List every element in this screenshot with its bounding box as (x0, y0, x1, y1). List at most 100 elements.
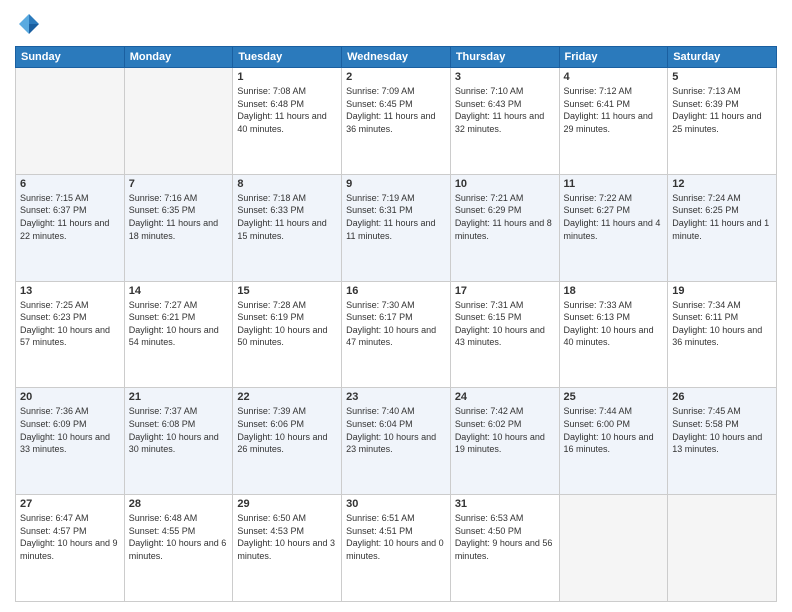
cell-info: Sunrise: 7:33 AMSunset: 6:13 PMDaylight:… (564, 299, 664, 349)
weekday-header-monday: Monday (124, 47, 233, 68)
cell-info: Sunrise: 6:51 AMSunset: 4:51 PMDaylight:… (346, 512, 446, 562)
cell-info: Sunrise: 7:45 AMSunset: 5:58 PMDaylight:… (672, 405, 772, 455)
day-number: 25 (564, 391, 664, 403)
cell-info: Sunrise: 7:40 AMSunset: 6:04 PMDaylight:… (346, 405, 446, 455)
logo (15, 10, 47, 38)
calendar-cell: 30 Sunrise: 6:51 AMSunset: 4:51 PMDayligh… (342, 495, 451, 602)
day-number: 6 (20, 178, 120, 190)
weekday-header-saturday: Saturday (668, 47, 777, 68)
cell-info: Sunrise: 7:12 AMSunset: 6:41 PMDaylight:… (564, 85, 664, 135)
calendar-cell (559, 495, 668, 602)
calendar-cell: 31Sunrise: 6:53 AMSunset: 4:50 PMDayligh… (450, 495, 559, 602)
calendar-cell: 22Sunrise: 7:39 AMSunset: 6:06 PMDayligh… (233, 388, 342, 495)
day-number: 8 (237, 178, 337, 190)
cell-info: Sunrise: 7:27 AMSunset: 6:21 PMDaylight:… (129, 299, 229, 349)
calendar-cell: 25 Sunrise: 7:44 AMSunset: 6:00 PMDayligh… (559, 388, 668, 495)
calendar-cell: 21 Sunrise: 7:37 AMSunset: 6:08 PMDayligh… (124, 388, 233, 495)
day-number: 5 (672, 71, 772, 83)
cell-info: Sunrise: 7:21 AMSunset: 6:29 PMDaylight:… (455, 192, 555, 242)
calendar-cell: 2 Sunrise: 7:09 AMSunset: 6:45 PMDaylight… (342, 68, 451, 175)
day-number: 2 (346, 71, 446, 83)
cell-info: Sunrise: 7:28 AMSunset: 6:19 PMDaylight:… (237, 299, 337, 349)
cell-info: Sunrise: 7:22 AMSunset: 6:27 PMDaylight:… (564, 192, 664, 242)
day-number: 24 (455, 391, 555, 403)
day-number: 28 (129, 498, 229, 510)
weekday-header-friday: Friday (559, 47, 668, 68)
cell-info: Sunrise: 6:48 AMSunset: 4:55 PMDaylight:… (129, 512, 229, 562)
cell-info: Sunrise: 7:18 AMSunset: 6:33 PMDaylight:… (237, 192, 337, 242)
cell-info: Sunrise: 7:24 AMSunset: 6:25 PMDaylight:… (672, 192, 772, 242)
day-number: 11 (564, 178, 664, 190)
cell-info: Sunrise: 7:30 AMSunset: 6:17 PMDaylight:… (346, 299, 446, 349)
calendar-cell: 23 Sunrise: 7:40 AMSunset: 6:04 PMDayligh… (342, 388, 451, 495)
calendar-cell (124, 68, 233, 175)
cell-info: Sunrise: 7:39 AMSunset: 6:06 PMDaylight:… (237, 405, 337, 455)
cell-info: Sunrise: 7:08 AMSunset: 6:48 PMDaylight:… (237, 85, 337, 135)
calendar-cell: 4 Sunrise: 7:12 AMSunset: 6:41 PMDaylight… (559, 68, 668, 175)
day-number: 10 (455, 178, 555, 190)
day-number: 9 (346, 178, 446, 190)
calendar-cell: 9Sunrise: 7:19 AMSunset: 6:31 PMDaylight… (342, 174, 451, 281)
week-row-2: 6 Sunrise: 7:15 AMSunset: 6:37 PMDaylight… (16, 174, 777, 281)
calendar-cell: 3 Sunrise: 7:10 AMSunset: 6:43 PMDaylight… (450, 68, 559, 175)
calendar-cell: 14Sunrise: 7:27 AMSunset: 6:21 PMDayligh… (124, 281, 233, 388)
week-row-5: 27 Sunrise: 6:47 AMSunset: 4:57 PMDayligh… (16, 495, 777, 602)
cell-info: Sunrise: 7:16 AMSunset: 6:35 PMDaylight:… (129, 192, 229, 242)
calendar-cell: 18 Sunrise: 7:33 AMSunset: 6:13 PMDayligh… (559, 281, 668, 388)
week-row-4: 20 Sunrise: 7:36 AMSunset: 6:09 PMDayligh… (16, 388, 777, 495)
calendar-cell: 10 Sunrise: 7:21 AMSunset: 6:29 PMDayligh… (450, 174, 559, 281)
weekday-header-thursday: Thursday (450, 47, 559, 68)
day-number: 21 (129, 391, 229, 403)
day-number: 4 (564, 71, 664, 83)
cell-info: Sunrise: 7:44 AMSunset: 6:00 PMDaylight:… (564, 405, 664, 455)
cell-info: Sunrise: 7:09 AMSunset: 6:45 PMDaylight:… (346, 85, 446, 135)
day-number: 16 (346, 285, 446, 297)
calendar-cell: 7 Sunrise: 7:16 AMSunset: 6:35 PMDaylight… (124, 174, 233, 281)
calendar-cell: 28 Sunrise: 6:48 AMSunset: 4:55 PMDayligh… (124, 495, 233, 602)
weekday-header-sunday: Sunday (16, 47, 125, 68)
weekday-header-tuesday: Tuesday (233, 47, 342, 68)
calendar-table: SundayMondayTuesdayWednesdayThursdayFrid… (15, 46, 777, 602)
cell-info: Sunrise: 7:13 AMSunset: 6:39 PMDaylight:… (672, 85, 772, 135)
cell-info: Sunrise: 7:15 AMSunset: 6:37 PMDaylight:… (20, 192, 120, 242)
day-number: 1 (237, 71, 337, 83)
calendar-cell (668, 495, 777, 602)
cell-info: Sunrise: 6:47 AMSunset: 4:57 PMDaylight:… (20, 512, 120, 562)
cell-info: Sunrise: 7:25 AMSunset: 6:23 PMDaylight:… (20, 299, 120, 349)
day-number: 29 (237, 498, 337, 510)
day-number: 19 (672, 285, 772, 297)
calendar-cell: 27 Sunrise: 6:47 AMSunset: 4:57 PMDayligh… (16, 495, 125, 602)
day-number: 20 (20, 391, 120, 403)
day-number: 30 (346, 498, 446, 510)
calendar-cell: 12 Sunrise: 7:24 AMSunset: 6:25 PMDayligh… (668, 174, 777, 281)
cell-info: Sunrise: 7:36 AMSunset: 6:09 PMDaylight:… (20, 405, 120, 455)
page: SundayMondayTuesdayWednesdayThursdayFrid… (0, 0, 792, 612)
calendar-cell (16, 68, 125, 175)
day-number: 18 (564, 285, 664, 297)
day-number: 13 (20, 285, 120, 297)
calendar-cell: 16 Sunrise: 7:30 AMSunset: 6:17 PMDayligh… (342, 281, 451, 388)
calendar-cell: 15Sunrise: 7:28 AMSunset: 6:19 PMDayligh… (233, 281, 342, 388)
calendar-cell: 13 Sunrise: 7:25 AMSunset: 6:23 PMDayligh… (16, 281, 125, 388)
calendar-cell: 26 Sunrise: 7:45 AMSunset: 5:58 PMDayligh… (668, 388, 777, 495)
day-number: 27 (20, 498, 120, 510)
weekday-header-wednesday: Wednesday (342, 47, 451, 68)
cell-info: Sunrise: 7:37 AMSunset: 6:08 PMDaylight:… (129, 405, 229, 455)
cell-info: Sunrise: 7:10 AMSunset: 6:43 PMDaylight:… (455, 85, 555, 135)
day-number: 12 (672, 178, 772, 190)
calendar-cell: 1 Sunrise: 7:08 AMSunset: 6:48 PMDaylight… (233, 68, 342, 175)
cell-info: Sunrise: 7:34 AMSunset: 6:11 PMDaylight:… (672, 299, 772, 349)
week-row-3: 13 Sunrise: 7:25 AMSunset: 6:23 PMDayligh… (16, 281, 777, 388)
calendar-cell: 11 Sunrise: 7:22 AMSunset: 6:27 PMDayligh… (559, 174, 668, 281)
week-row-1: 1 Sunrise: 7:08 AMSunset: 6:48 PMDaylight… (16, 68, 777, 175)
calendar-cell: 5 Sunrise: 7:13 AMSunset: 6:39 PMDaylight… (668, 68, 777, 175)
calendar-cell: 8 Sunrise: 7:18 AMSunset: 6:33 PMDaylight… (233, 174, 342, 281)
cell-info: Sunrise: 6:53 AMSunset: 4:50 PMDaylight:… (455, 512, 555, 562)
calendar-cell: 20 Sunrise: 7:36 AMSunset: 6:09 PMDayligh… (16, 388, 125, 495)
day-number: 7 (129, 178, 229, 190)
logo-icon (15, 10, 43, 38)
calendar-cell: 17Sunrise: 7:31 AMSunset: 6:15 PMDayligh… (450, 281, 559, 388)
day-number: 23 (346, 391, 446, 403)
day-number: 26 (672, 391, 772, 403)
day-number: 3 (455, 71, 555, 83)
